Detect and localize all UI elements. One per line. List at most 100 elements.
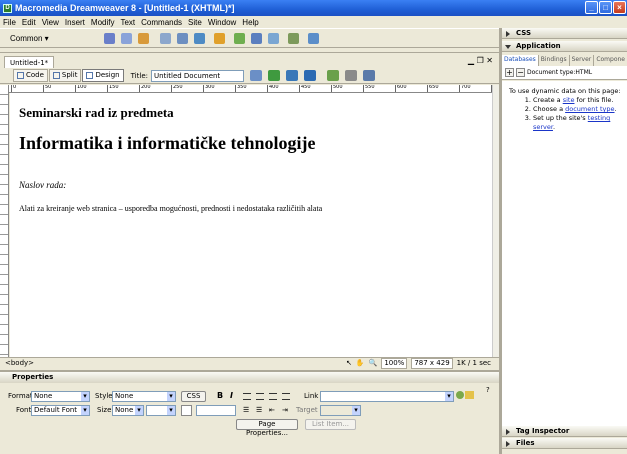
menu-help[interactable]: Help bbox=[239, 18, 261, 27]
heading-seminar[interactable]: Seminarski rad iz predmeta bbox=[19, 105, 492, 121]
align-center-icon[interactable] bbox=[256, 393, 264, 400]
templates-icon[interactable] bbox=[287, 32, 299, 44]
zoom-tool-icon[interactable]: 🔍 bbox=[369, 358, 378, 369]
page-properties-button[interactable]: Page Properties... bbox=[236, 419, 298, 437]
tab-bindings[interactable]: Bindings bbox=[538, 55, 570, 66]
unordered-list-icon[interactable]: ☰ bbox=[243, 406, 249, 414]
thesis-label[interactable]: Naslov rada: bbox=[19, 180, 492, 190]
tag-chooser-icon[interactable] bbox=[307, 32, 319, 44]
heading-subject[interactable]: Informatika i informatičke tehnologije bbox=[19, 133, 492, 154]
browse-folder-icon[interactable] bbox=[465, 391, 474, 399]
tag-selector[interactable]: <body> bbox=[5, 358, 34, 369]
files-panel-header[interactable]: Files bbox=[502, 438, 627, 449]
menu-insert[interactable]: Insert bbox=[62, 18, 88, 27]
minimize-button[interactable]: _ bbox=[585, 1, 598, 14]
style-select[interactable]: None bbox=[112, 391, 176, 402]
align-right-icon[interactable] bbox=[269, 393, 277, 400]
tag-inspector-panel-header[interactable]: Tag Inspector bbox=[502, 426, 627, 437]
browser-compat-icon[interactable] bbox=[250, 70, 262, 81]
font-select[interactable]: Default Font bbox=[31, 405, 90, 416]
code-view-button[interactable]: Code bbox=[13, 69, 48, 82]
named-anchor-icon[interactable] bbox=[137, 32, 149, 44]
remove-icon[interactable]: − bbox=[516, 68, 525, 77]
status-right: ↖ ✋ 🔍 100% 787 x 429 1K / 1 sec bbox=[342, 358, 491, 369]
menu-commands[interactable]: Commands bbox=[138, 18, 185, 27]
css-button[interactable]: CSS bbox=[181, 391, 206, 402]
document-window-controls[interactable]: ▁ ❐ ✕ bbox=[468, 56, 493, 65]
ruler-label: 0 bbox=[13, 85, 17, 90]
document-type-link[interactable]: document type bbox=[565, 105, 614, 113]
file-management-icon[interactable] bbox=[268, 70, 280, 81]
maximize-button[interactable]: □ bbox=[599, 1, 612, 14]
ruler-label: 250 bbox=[173, 85, 183, 90]
preview-browser-icon[interactable] bbox=[304, 70, 316, 81]
select-tool-icon[interactable]: ↖ bbox=[346, 358, 352, 369]
view-options-icon[interactable] bbox=[345, 70, 357, 81]
indent-icon[interactable]: ⇥ bbox=[282, 406, 288, 414]
text-color-picker[interactable] bbox=[181, 405, 192, 416]
menu-edit[interactable]: Edit bbox=[19, 18, 39, 27]
point-to-file-icon[interactable] bbox=[456, 391, 464, 399]
italic-icon[interactable]: I bbox=[230, 391, 233, 400]
tab-databases[interactable]: Databases bbox=[502, 55, 539, 66]
menu-file[interactable]: File bbox=[0, 18, 19, 27]
menu-view[interactable]: View bbox=[39, 18, 62, 27]
document-title-input[interactable]: Untitled Document bbox=[151, 69, 244, 82]
style-label: Style bbox=[95, 392, 113, 400]
design-canvas[interactable]: Seminarski rad iz predmeta Informatika i… bbox=[10, 93, 492, 357]
comment-icon[interactable] bbox=[267, 32, 279, 44]
target-select[interactable] bbox=[320, 405, 361, 416]
close-button[interactable]: × bbox=[613, 1, 626, 14]
validate-icon[interactable] bbox=[286, 70, 298, 81]
zoom-select[interactable]: 100% bbox=[381, 358, 408, 369]
tab-components[interactable]: Compone bbox=[594, 55, 627, 66]
help-icon[interactable]: ? bbox=[486, 386, 490, 394]
link-label: Link bbox=[304, 392, 319, 400]
outdent-icon[interactable]: ⇤ bbox=[269, 406, 275, 414]
email-link-icon[interactable] bbox=[120, 32, 132, 44]
media-icon[interactable] bbox=[213, 32, 225, 44]
css-panel-header[interactable]: CSS bbox=[502, 28, 627, 39]
server-side-include-icon[interactable] bbox=[250, 32, 262, 44]
application-panel-header[interactable]: Application bbox=[502, 41, 627, 52]
ruler-tick bbox=[171, 85, 172, 92]
format-select[interactable]: None bbox=[31, 391, 90, 402]
bold-icon[interactable]: B bbox=[217, 391, 223, 400]
link-input[interactable] bbox=[320, 391, 454, 402]
design-view-button[interactable]: Design bbox=[82, 69, 124, 82]
add-icon[interactable]: + bbox=[505, 68, 514, 77]
insert-category-select[interactable]: Common ▾ bbox=[10, 34, 49, 43]
menu-site[interactable]: Site bbox=[185, 18, 205, 27]
visual-aids-icon[interactable] bbox=[363, 70, 375, 81]
thesis-title[interactable]: Alati za kreiranje web stranica – uspore… bbox=[19, 204, 492, 213]
window-size-select[interactable]: 787 x 429 bbox=[411, 358, 453, 369]
text-color-input[interactable] bbox=[196, 405, 236, 416]
image-icon[interactable] bbox=[193, 32, 205, 44]
menu-window[interactable]: Window bbox=[205, 18, 239, 27]
site-link[interactable]: site bbox=[563, 96, 575, 104]
properties-header[interactable]: Properties bbox=[0, 372, 499, 383]
ruler-tick bbox=[267, 85, 268, 92]
ruler-tick bbox=[299, 85, 300, 92]
hyperlink-icon[interactable] bbox=[103, 32, 115, 44]
ordered-list-icon[interactable]: ☰ bbox=[256, 406, 262, 414]
refresh-icon[interactable] bbox=[327, 70, 339, 81]
right-panel-group: CSS Application Databases Bindings Serve… bbox=[501, 28, 627, 454]
menu-modify[interactable]: Modify bbox=[88, 18, 118, 27]
hand-tool-icon[interactable]: ✋ bbox=[356, 358, 365, 369]
size-unit-select[interactable] bbox=[146, 405, 176, 416]
table-icon[interactable] bbox=[159, 32, 171, 44]
tab-server-behaviors[interactable]: Server B bbox=[569, 55, 595, 73]
layer-icon[interactable] bbox=[176, 32, 188, 44]
size-select[interactable]: None bbox=[112, 405, 144, 416]
justify-icon[interactable] bbox=[282, 393, 290, 400]
list-item-button[interactable]: List Item... bbox=[305, 419, 356, 430]
setup-step: Set up the site's testing server. bbox=[533, 114, 624, 132]
split-view-button[interactable]: Split bbox=[48, 69, 82, 82]
menu-text[interactable]: Text bbox=[117, 18, 138, 27]
date-icon[interactable] bbox=[233, 32, 245, 44]
vertical-scrollbar[interactable] bbox=[492, 85, 499, 357]
align-left-icon[interactable] bbox=[243, 393, 251, 400]
document-type-label: Document type:HTML bbox=[527, 69, 593, 76]
ruler-tick bbox=[459, 85, 460, 92]
